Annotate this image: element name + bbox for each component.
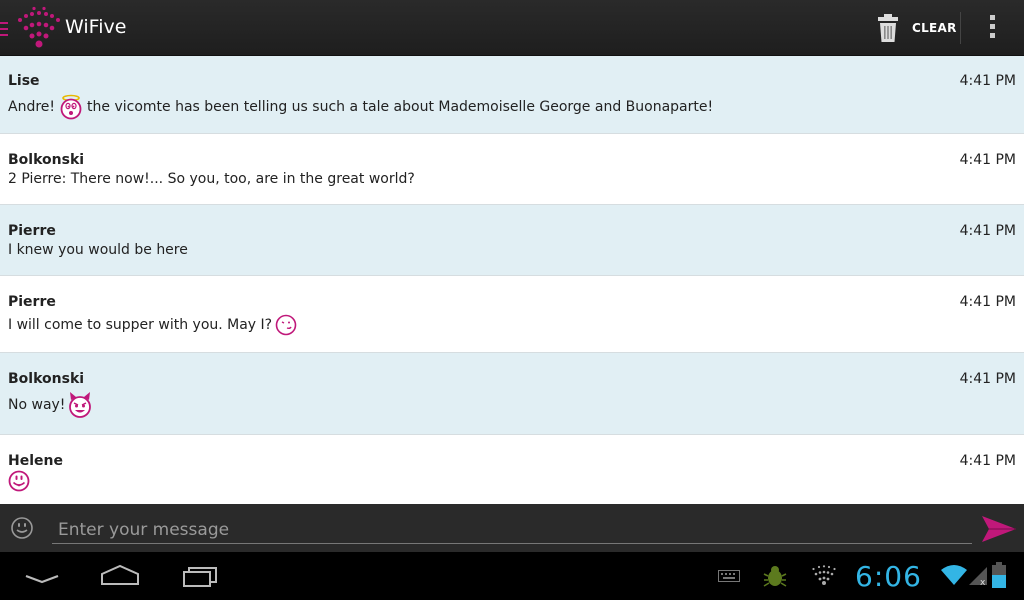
tongue-smiley-icon — [8, 470, 30, 492]
svg-text:x: x — [980, 578, 986, 586]
app-logo-icon[interactable] — [14, 6, 60, 50]
emoticon-picker-icon[interactable] — [10, 516, 34, 540]
message-item[interactable]: Helene 4:41 PM — [0, 435, 1024, 504]
cell-signal-icon: x — [969, 567, 987, 586]
message-sender: Helene — [8, 453, 63, 469]
wink-smiley-icon — [275, 314, 297, 336]
action-bar-divider — [960, 12, 961, 44]
message-item[interactable]: Pierre 4:41 PM I will come to supper wit… — [0, 276, 1024, 353]
keyboard-icon — [718, 570, 740, 582]
send-icon[interactable] — [980, 514, 1018, 544]
message-time: 4:41 PM — [959, 294, 1016, 310]
message-time: 4:41 PM — [959, 73, 1016, 89]
clear-button-label: CLEAR — [912, 21, 957, 35]
battery-icon — [992, 562, 1006, 588]
app-title: WiFive — [65, 16, 127, 38]
message-sender: Bolkonski — [8, 152, 85, 168]
message-sender: Lise — [8, 73, 40, 89]
message-item[interactable]: Lise 4:41 PM Andre! the vicomte has been… — [0, 56, 1024, 134]
status-clock: 6:06 — [855, 560, 922, 593]
message-body: Andre! the vicomte has been telling us s… — [8, 94, 713, 120]
message-input-bar — [0, 504, 1024, 552]
message-time: 4:41 PM — [959, 223, 1016, 239]
message-list[interactable]: Lise 4:41 PM Andre! the vicomte has been… — [0, 56, 1024, 504]
trash-icon — [878, 14, 898, 42]
message-item[interactable]: Pierre 4:41 PM I knew you would be here — [0, 205, 1024, 276]
message-input[interactable] — [52, 516, 972, 544]
message-text-continued: the vicomte has been telling us such a t… — [87, 99, 714, 115]
back-icon[interactable] — [18, 562, 66, 590]
angel-smiley-icon — [60, 94, 82, 120]
debug-bug-icon — [763, 566, 787, 587]
wifi-signal-icon — [941, 565, 967, 585]
overflow-menu-icon[interactable] — [978, 12, 1006, 44]
recent-apps-icon[interactable] — [176, 562, 224, 590]
devil-smiley-icon — [69, 392, 92, 418]
message-body: I will come to supper with you. May I? — [8, 314, 297, 336]
message-time: 4:41 PM — [959, 152, 1016, 168]
menu-indicator-icon[interactable] — [0, 22, 10, 36]
message-text: I will come to supper with you. May I? — [8, 317, 273, 333]
message-sender: Bolkonski — [8, 371, 85, 387]
message-item[interactable]: Bolkonski 4:41 PM No way! — [0, 353, 1024, 435]
action-bar: WiFive CLEAR — [0, 0, 1024, 56]
wifi-dots-icon — [812, 565, 836, 585]
message-time: 4:41 PM — [959, 453, 1016, 469]
message-sender: Pierre — [8, 294, 56, 310]
message-sender: Pierre — [8, 223, 56, 239]
message-text: 2 Pierre: There now!... So you, too, are… — [8, 171, 415, 187]
message-body: I knew you would be here — [8, 242, 188, 258]
message-body: No way! — [8, 391, 93, 419]
message-text: I knew you would be here — [8, 242, 188, 258]
message-time: 4:41 PM — [959, 371, 1016, 387]
home-icon[interactable] — [96, 562, 144, 590]
clear-button[interactable]: CLEAR — [874, 10, 956, 46]
message-text: Andre! — [8, 99, 56, 115]
message-text: No way! — [8, 397, 66, 413]
message-body: 2 Pierre: There now!... So you, too, are… — [8, 171, 415, 187]
system-bar: 6:06 x — [0, 552, 1024, 600]
message-item[interactable]: Bolkonski 4:41 PM 2 Pierre: There now!..… — [0, 134, 1024, 205]
message-body — [8, 470, 30, 492]
